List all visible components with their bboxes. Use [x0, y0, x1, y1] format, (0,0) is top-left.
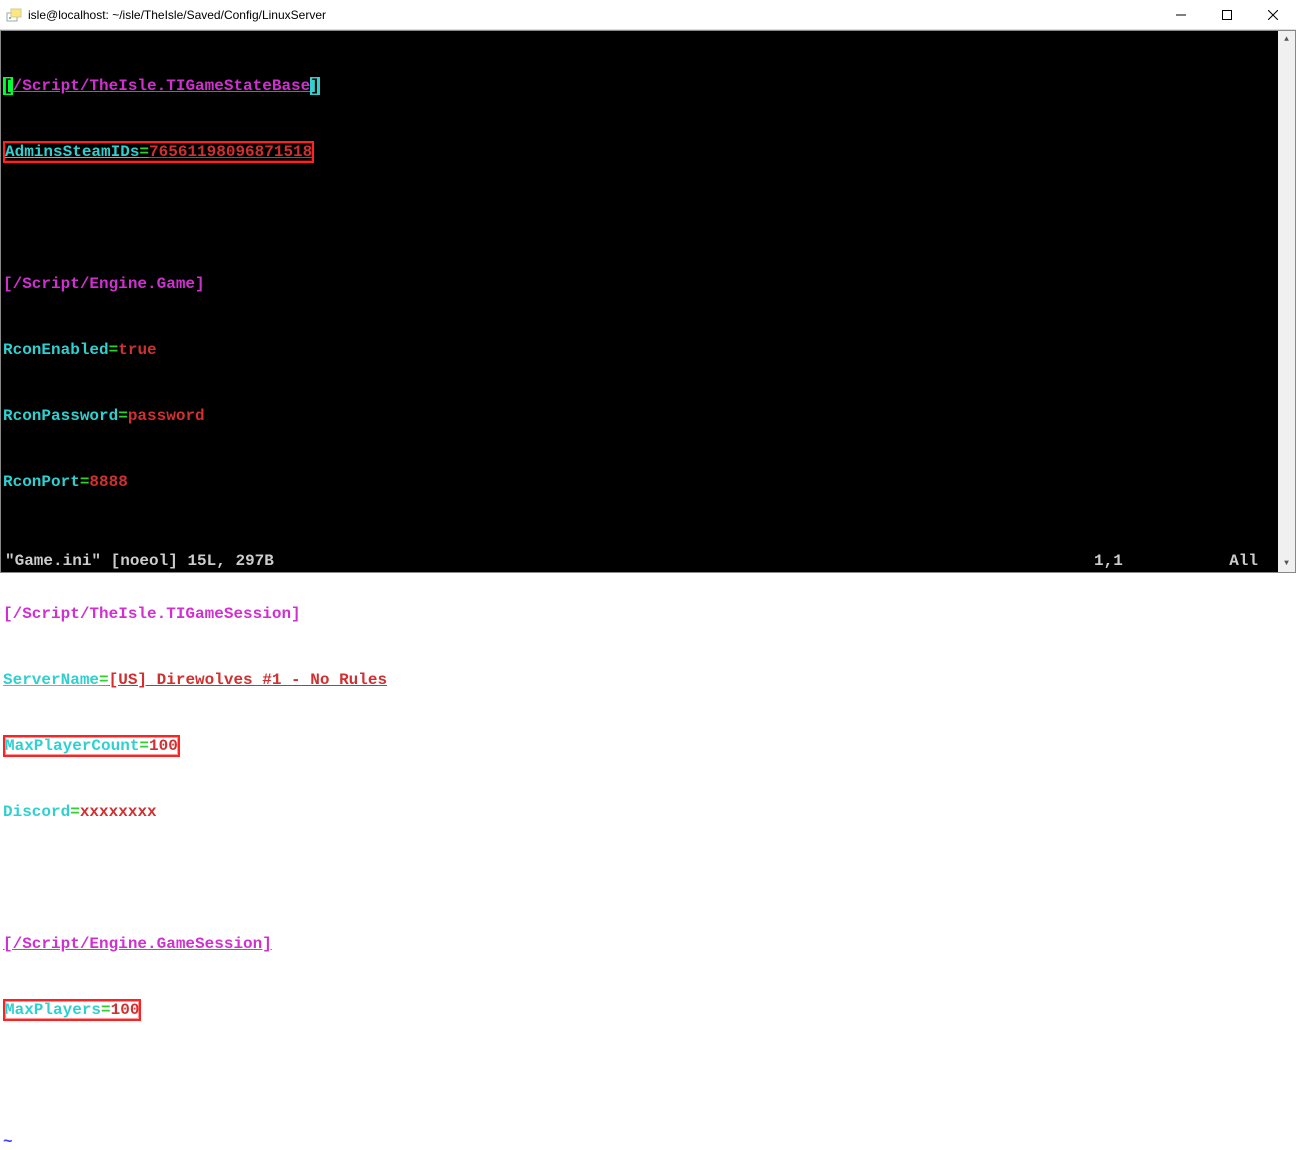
- blank-line: [3, 867, 1278, 889]
- tilde-line: ~: [3, 1131, 1278, 1150]
- line-section1: [/Script/TheIsle.TIGameStateBase]: [3, 75, 1278, 97]
- status-cursor: 1,1: [1094, 550, 1214, 572]
- vim-status-line: "Game.ini" [noeol] 15L, 297B 1,1 All: [1, 550, 1278, 572]
- line-discord: Discord=xxxxxxxx: [3, 801, 1278, 823]
- scrollbar[interactable]: ▲ ▼: [1278, 31, 1295, 572]
- scroll-track[interactable]: [1278, 48, 1295, 555]
- maximize-button[interactable]: [1204, 0, 1250, 30]
- terminal[interactable]: [/Script/TheIsle.TIGameStateBase] Admins…: [0, 30, 1296, 573]
- terminal-content[interactable]: [/Script/TheIsle.TIGameStateBase] Admins…: [1, 31, 1278, 572]
- line-section4: [/Script/Engine.GameSession]: [3, 933, 1278, 955]
- line-admins: AdminsSteamIDs=76561198096871518: [3, 141, 1278, 163]
- app-icon: [6, 7, 22, 23]
- cursor-block: ]: [310, 77, 320, 95]
- line-section3: [/Script/TheIsle.TIGameSession]: [3, 603, 1278, 625]
- line-servername: ServerName=[US] Direwolves #1 - No Rules: [3, 669, 1278, 691]
- line-rconpassword: RconPassword=password: [3, 405, 1278, 427]
- blank-line: [3, 207, 1278, 229]
- window-controls: [1158, 0, 1296, 30]
- line-maxplayercount: MaxPlayerCount=100: [3, 735, 1278, 757]
- line-rconport: RconPort=8888: [3, 471, 1278, 493]
- line-rconenabled: RconEnabled=true: [3, 339, 1278, 361]
- scroll-up-icon[interactable]: ▲: [1278, 31, 1295, 48]
- line-maxplayers: MaxPlayers=100: [3, 999, 1278, 1021]
- blank-line: [3, 1065, 1278, 1087]
- window-titlebar: isle@localhost: ~/isle/TheIsle/Saved/Con…: [0, 0, 1296, 30]
- minimize-button[interactable]: [1158, 0, 1204, 30]
- close-button[interactable]: [1250, 0, 1296, 30]
- window-title: isle@localhost: ~/isle/TheIsle/Saved/Con…: [28, 8, 1158, 22]
- scroll-down-icon[interactable]: ▼: [1278, 555, 1295, 572]
- status-scroll: All: [1214, 550, 1274, 572]
- line-section2: [/Script/Engine.Game]: [3, 273, 1278, 295]
- status-file: "Game.ini" [noeol] 15L, 297B: [5, 550, 1094, 572]
